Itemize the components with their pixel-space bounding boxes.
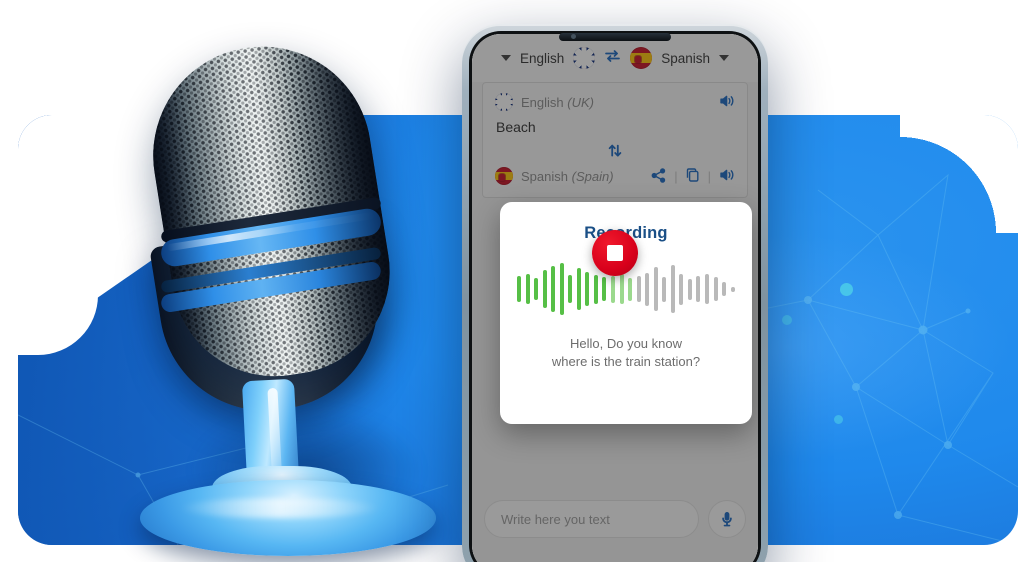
stop-square-icon <box>607 245 623 261</box>
decor-dot-3 <box>834 415 843 424</box>
decor-dot-2 <box>782 315 792 325</box>
waveform-bar <box>636 276 641 302</box>
phone-bezel: English Spanish English (UK) Beach Spani… <box>469 31 761 562</box>
waveform-bar <box>619 274 624 304</box>
waveform-bar <box>551 266 556 312</box>
phone-screen: English Spanish English (UK) Beach Spani… <box>472 34 758 562</box>
waveform-bar <box>517 276 521 302</box>
waveform-bar <box>687 278 692 300</box>
waveform-bar <box>593 274 598 304</box>
waveform-bar <box>559 263 564 315</box>
waveform-bar <box>730 286 735 292</box>
decor-dot-1 <box>840 283 853 296</box>
microphone-base <box>140 480 436 556</box>
phone-camera-dot <box>571 34 576 39</box>
waveform-bar <box>722 282 727 296</box>
waveform-bar <box>679 273 684 305</box>
stop-recording-button[interactable] <box>592 230 638 276</box>
waveform-bar <box>534 278 539 300</box>
backdrop-right-corner <box>900 115 1018 233</box>
waveform-bar <box>628 277 633 301</box>
waveform-bar <box>705 274 710 304</box>
waveform-bar <box>602 277 607 301</box>
waveform-bar <box>585 272 590 306</box>
waveform-bar <box>525 274 530 304</box>
waveform-bar <box>662 276 667 302</box>
microphone-base-highlight <box>180 498 380 518</box>
waveform-bar <box>713 277 718 301</box>
scene-stage: English Spanish English (UK) Beach Spani… <box>0 0 1024 562</box>
waveform-bar <box>696 276 701 302</box>
waveform-bar <box>645 272 650 306</box>
phone-device: English Spanish English (UK) Beach Spani… <box>462 24 768 562</box>
microphone-illustration <box>120 28 500 560</box>
recording-transcript: Hello, Do you know where is the train st… <box>552 335 700 370</box>
waveform-bar <box>611 275 616 303</box>
transcript-line-1: Hello, Do you know <box>569 336 682 351</box>
waveform-bar <box>542 270 547 308</box>
waveform-bar <box>653 267 658 311</box>
waveform-bar <box>576 268 581 310</box>
waveform-bar <box>670 265 675 313</box>
transcript-line-2: where is the train station? <box>551 353 701 369</box>
waveform-bar <box>568 275 573 303</box>
